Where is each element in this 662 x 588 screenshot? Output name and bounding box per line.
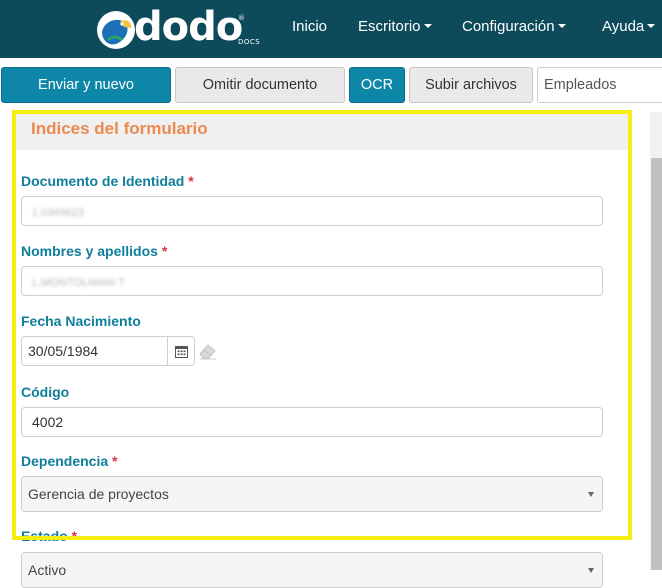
label-text: Dependencia <box>21 453 109 469</box>
caret-down-icon <box>557 24 566 28</box>
field-label-documento: Documento de Identidad * <box>21 173 194 189</box>
nav-item-label: Escritorio <box>358 18 421 35</box>
calendar-icon <box>174 345 188 358</box>
action-toolbar: Enviar y nuevo Omitir documento OCR Subi… <box>0 62 662 108</box>
document-type-select[interactable]: Empleados <box>537 67 662 103</box>
nav-item-label: Configuración <box>462 18 555 35</box>
nav-item-label: Inicio <box>292 18 328 35</box>
nav-item-escritorio[interactable]: Escritorio <box>358 18 432 35</box>
dodo-logo[interactable]: dodo ® DOCS <box>96 4 266 52</box>
label-text: Código <box>21 384 70 400</box>
required-mark: * <box>188 173 194 189</box>
ocr-button[interactable]: OCR <box>349 67 405 103</box>
form-title: Indices del formulario <box>31 119 208 138</box>
codigo-input[interactable]: 4002 <box>21 407 603 437</box>
logo-subtext: DOCS <box>238 38 261 46</box>
skip-document-button[interactable]: Omitir documento <box>175 67 345 103</box>
label-text: Nombres y apellidos <box>21 243 158 259</box>
field-label-codigo: Código <box>21 384 69 400</box>
label-text: Estado <box>21 528 68 544</box>
documento-identidad-input[interactable]: 1.0349623 <box>21 196 603 226</box>
nav-item-ayuda[interactable]: Ayuda <box>602 18 656 35</box>
redacted-value: 1.0349623 <box>32 207 84 219</box>
nombres-apellidos-input[interactable]: L.MONTOLMANI T <box>21 266 603 296</box>
selected-value: Activo <box>28 562 67 578</box>
eraser-icon[interactable] <box>198 342 218 360</box>
form-panel-header: Indices del formulario <box>14 112 628 150</box>
label-text: Fecha Nacimiento <box>21 313 141 329</box>
fecha-nacimiento-input[interactable]: 30/05/1984 <box>21 336 167 366</box>
required-mark: * <box>112 453 118 469</box>
nav-item-inicio[interactable]: Inicio <box>292 18 327 35</box>
field-label-nombres: Nombres y apellidos * <box>21 243 167 259</box>
field-label-dependencia: Dependencia * <box>21 453 117 469</box>
field-label-estado: Estado * <box>21 528 77 544</box>
dependencia-select[interactable]: Gerencia de proyectos <box>21 476 603 512</box>
scrollbar-thumb[interactable] <box>651 158 662 570</box>
logo-registered-mark: ® <box>238 14 245 22</box>
nav-item-configuracion[interactable]: Configuración <box>462 18 566 35</box>
label-text: Documento de Identidad <box>21 173 185 189</box>
send-and-new-button[interactable]: Enviar y nuevo <box>1 67 171 103</box>
caret-down-icon <box>647 24 656 28</box>
calendar-button[interactable] <box>167 336 195 366</box>
top-navbar: dodo ® DOCS Inicio Escritorio Configurac… <box>0 0 662 58</box>
dodo-bird-icon <box>97 11 135 49</box>
estado-select[interactable]: Activo <box>21 552 603 588</box>
upload-files-button[interactable]: Subir archivos <box>409 67 533 103</box>
required-mark: * <box>71 528 78 544</box>
logo-text: dodo <box>134 4 243 50</box>
caret-down-icon <box>423 24 432 28</box>
dropdown-arrow-icon <box>588 568 594 573</box>
dropdown-arrow-icon <box>588 492 594 497</box>
required-mark: * <box>161 243 168 259</box>
field-label-fecha: Fecha Nacimiento <box>21 313 141 329</box>
redacted-value: L.MONTOLMANI T <box>32 277 126 289</box>
selected-value: Gerencia de proyectos <box>28 486 169 502</box>
nav-item-label: Ayuda <box>602 18 645 35</box>
